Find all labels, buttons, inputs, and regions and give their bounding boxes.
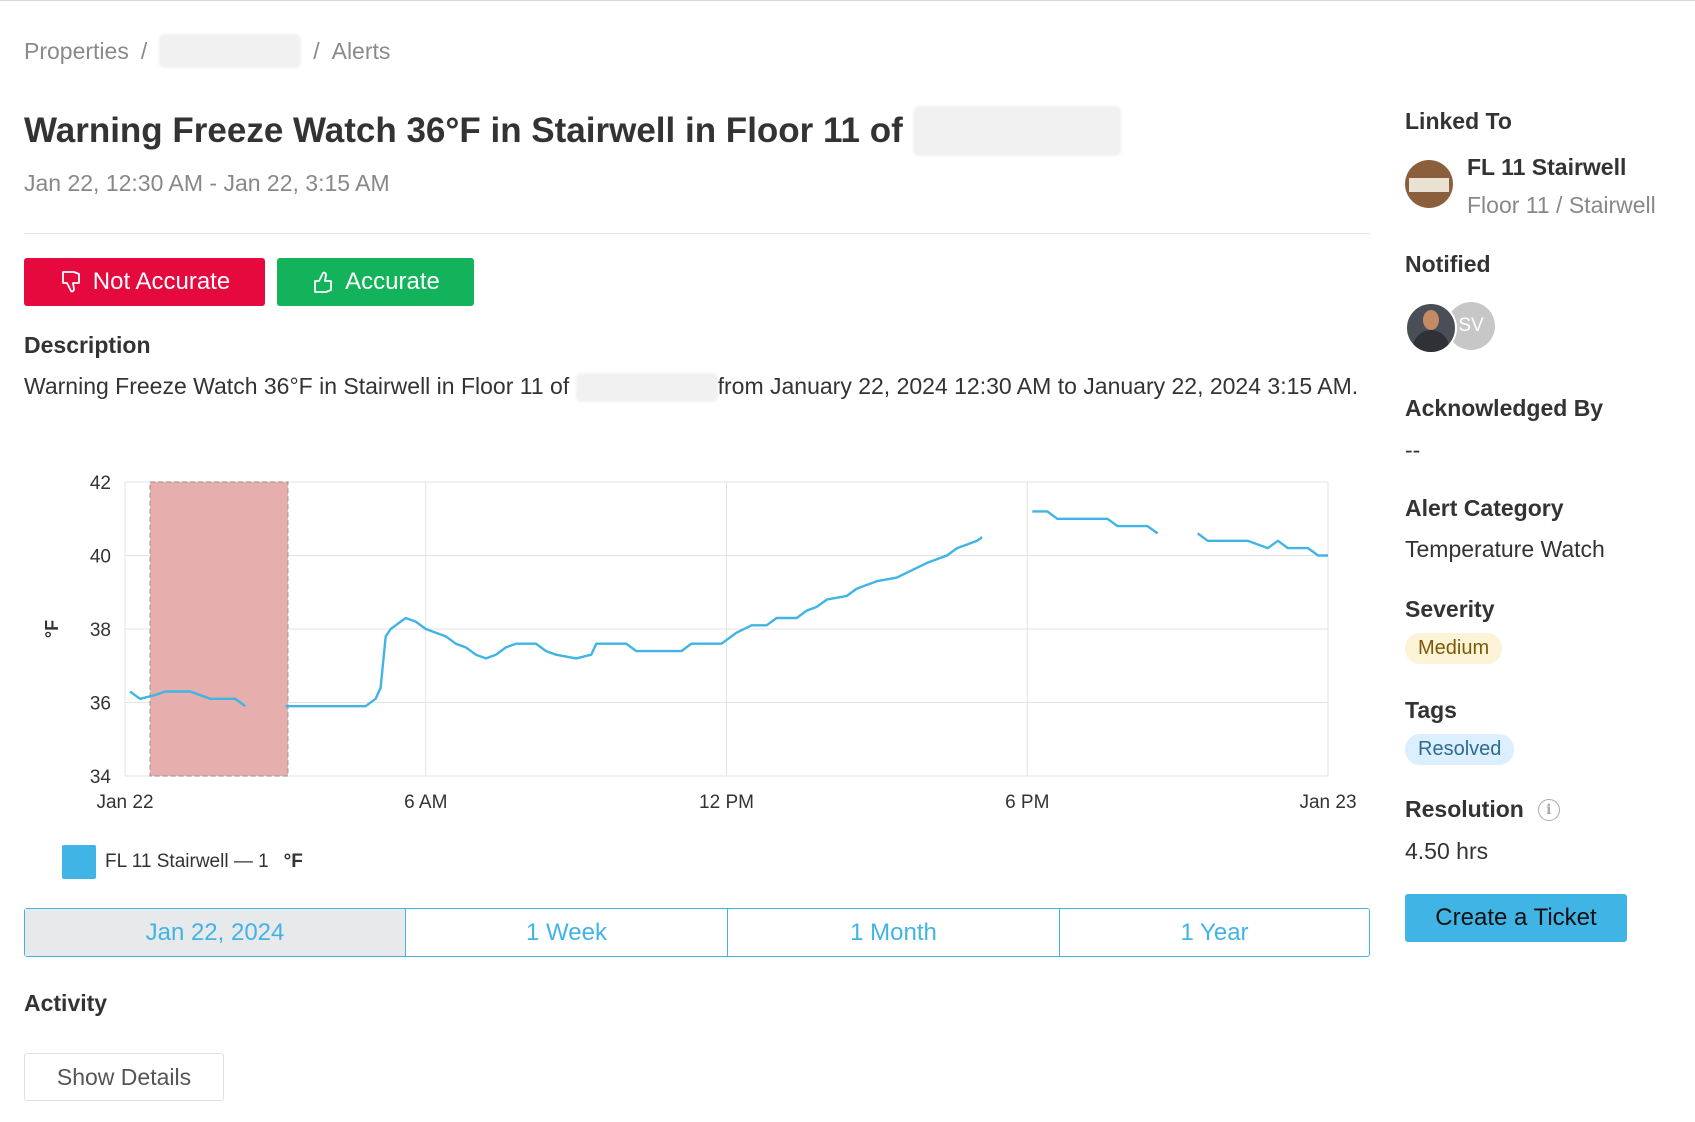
sensor-thumbnail [1405, 160, 1453, 208]
linked-sensor-path: Floor 11 / Stairwell [1467, 192, 1656, 218]
description-heading: Description [24, 332, 151, 358]
accurate-label: Accurate [345, 268, 440, 295]
chart-legend[interactable]: FL 11 Stairwell — 1 °F [62, 845, 303, 879]
tag-badge: Resolved [1405, 734, 1515, 765]
severity-label: Severity [1405, 596, 1495, 622]
legend-label: FL 11 Stairwell — 1 [105, 851, 269, 872]
description-text-part1: Warning Freeze Watch 36°F in Stairwell i… [24, 373, 576, 399]
time-range-tabs: Jan 22, 2024 1 Week 1 Month 1 Year [24, 908, 1370, 957]
tab-jan-22-2024[interactable]: Jan 22, 2024 [25, 909, 405, 956]
description-text: Warning Freeze Watch 36°F in Stairwell i… [24, 372, 1370, 403]
create-ticket-button[interactable]: Create a Ticket [1405, 894, 1627, 942]
thumbs-up-icon [314, 271, 333, 293]
alert-window-band [149, 481, 289, 777]
resolution-label: Resolution [1405, 796, 1524, 822]
tab-1-year[interactable]: 1 Year [1059, 909, 1369, 956]
breadcrumb-separator: / [313, 37, 320, 64]
x-tick-label: 6 AM [404, 792, 447, 813]
description-text-part2: from January 22, 2024 12:30 AM to Januar… [717, 373, 1359, 399]
series-line-segment [1032, 510, 1159, 535]
y-tick-label: 36 [90, 694, 111, 715]
linked-sensor-name: FL 11 Stairwell [1467, 154, 1627, 180]
linked-sensor[interactable]: FL 11 Stairwell Floor 11 / Stairwell [1405, 148, 1656, 220]
breadcrumb: Properties / / Alerts [24, 34, 390, 68]
y-tick-label: 42 [90, 473, 111, 494]
x-tick-label: Jan 22 [96, 792, 153, 813]
page-title: Warning Freeze Watch 36°F in Stairwell i… [24, 106, 1121, 156]
legend-unit: °F [283, 851, 303, 872]
breadcrumb-properties-link[interactable]: Properties [24, 38, 129, 65]
legend-swatch [62, 845, 96, 879]
thumbs-down-icon [61, 271, 80, 293]
linked-to-label: Linked To [1405, 108, 1512, 134]
redacted-property-name [575, 373, 718, 403]
tab-1-week[interactable]: 1 Week [405, 909, 727, 956]
y-tick-label: 38 [90, 620, 111, 641]
not-accurate-button[interactable]: Not Accurate [24, 258, 265, 306]
breadcrumb-redacted-property[interactable] [159, 34, 302, 68]
series-line-segment [285, 536, 983, 708]
notified-avatars: SV [1405, 302, 1495, 354]
acknowledged-by-label: Acknowledged By [1405, 395, 1604, 421]
top-border [0, 0, 1695, 1]
not-accurate-label: Not Accurate [92, 268, 231, 295]
acknowledged-by-value: -- [1405, 437, 1421, 463]
tab-1-month[interactable]: 1 Month [727, 909, 1059, 956]
accurate-button[interactable]: Accurate [277, 258, 474, 306]
y-axis-label: °F [42, 620, 62, 638]
activity-heading: Activity [24, 990, 108, 1016]
alert-category-label: Alert Category [1405, 495, 1564, 521]
tags-label: Tags [1405, 697, 1457, 723]
breadcrumb-alerts: Alerts [331, 37, 391, 64]
breadcrumb-separator: / [140, 37, 148, 64]
alert-time-range: Jan 22, 12:30 AM - Jan 22, 3:15 AM [24, 170, 390, 196]
x-tick-label: 12 PM [699, 792, 754, 813]
resolution-value: 4.50 hrs [1405, 838, 1489, 864]
temperature-chart: 34 36 38 40 42 Jan 22 6 AM 12 PM 6 PM Jan 23 °F [42, 473, 1357, 813]
x-tick-label: Jan 23 [1299, 792, 1356, 813]
show-details-button[interactable]: Show Details [24, 1053, 224, 1101]
x-tick-label: 6 PM [1005, 792, 1049, 813]
alert-category-value: Temperature Watch [1405, 536, 1605, 562]
redacted-property-name [912, 106, 1121, 156]
notified-label: Notified [1405, 251, 1491, 277]
y-tick-label: 40 [90, 547, 111, 568]
alert-title-text: Warning Freeze Watch 36°F in Stairwell i… [24, 111, 903, 150]
avatar[interactable] [1405, 302, 1457, 354]
severity-badge: Medium [1405, 633, 1503, 664]
header-divider [24, 233, 1370, 234]
y-tick-label: 34 [90, 767, 112, 788]
resolution-label-row: Resolution i [1405, 796, 1560, 823]
info-icon[interactable]: i [1537, 798, 1560, 821]
